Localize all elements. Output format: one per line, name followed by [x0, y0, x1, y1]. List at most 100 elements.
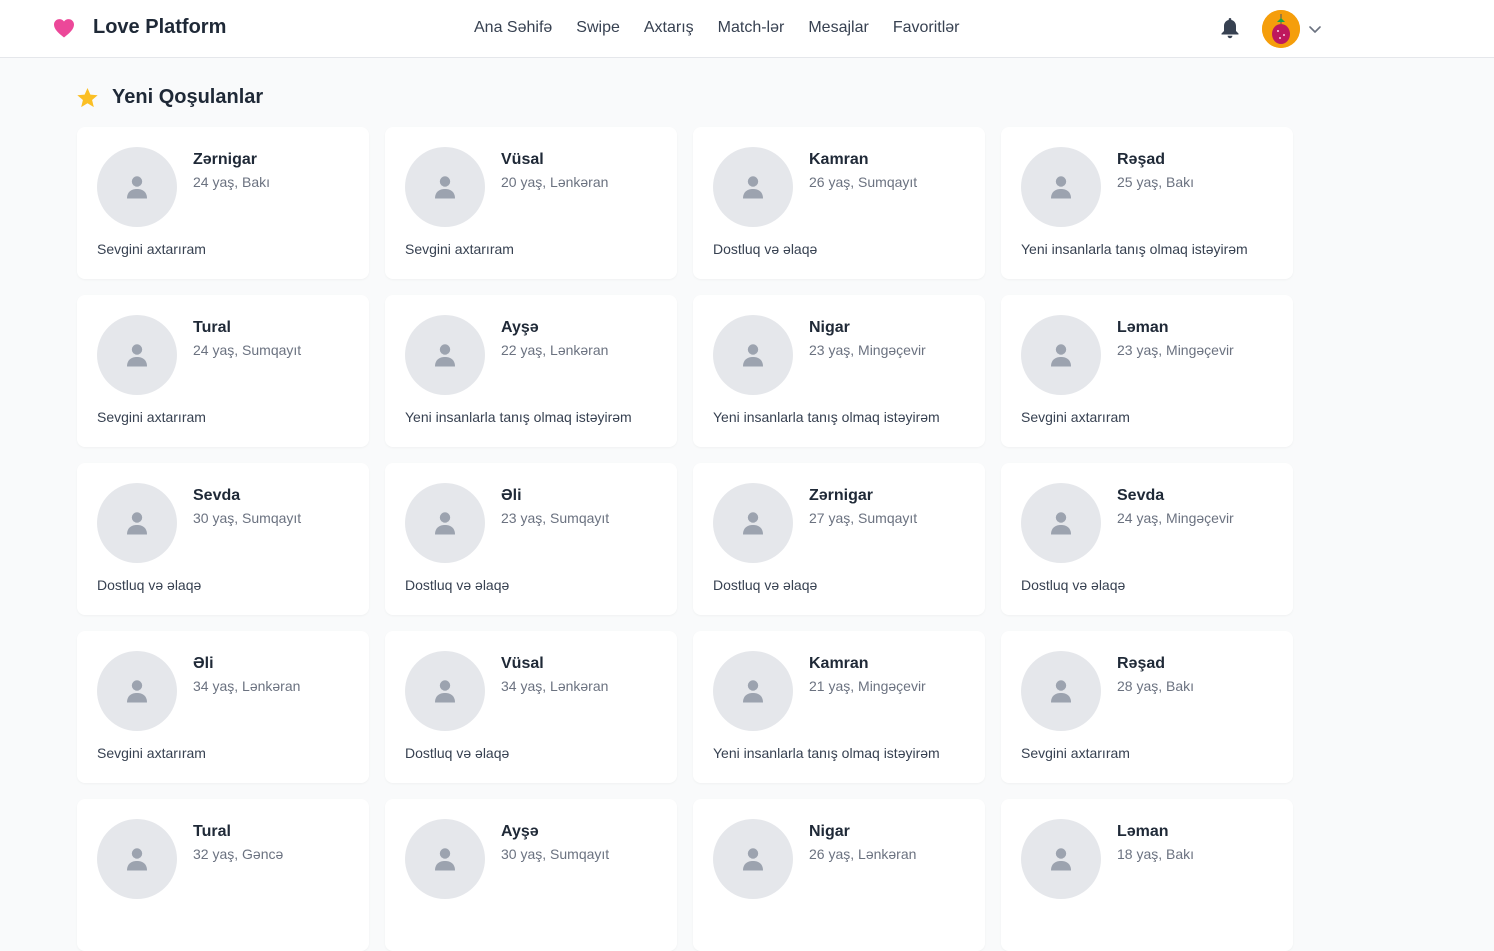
profile-card[interactable]: Ayşə 30 yaş, Sumqayıt [385, 799, 677, 951]
section-title: Yeni Qoşulanlar [112, 86, 264, 108]
profile-age-city: 23 yaş, Mingəçevir [809, 342, 926, 358]
profile-name: Zərnigar [193, 151, 258, 168]
profile-card[interactable]: Zərnigar 27 yaş, Sumqayıt Dostluq və əla… [693, 463, 985, 615]
profile-card[interactable]: Vüsal 34 yaş, Lənkəran Dostluq və əlaqə [385, 631, 677, 783]
profile-avatar [97, 483, 177, 563]
profile-age-city: 18 yaş, Bakı [1117, 846, 1195, 862]
user-placeholder-icon [1051, 512, 1071, 535]
user-placeholder-icon [127, 680, 147, 703]
profile-avatar [405, 315, 485, 395]
profile-card[interactable]: Kamran 26 yaş, Sumqayıt Dostluq və əlaqə [693, 127, 985, 279]
user-placeholder-icon [435, 680, 455, 703]
star-icon [77, 87, 98, 107]
profile-avatar [97, 315, 177, 395]
user-menu[interactable] [1262, 10, 1322, 48]
profile-name: Ayşə [501, 823, 539, 840]
profile-avatar [405, 819, 485, 899]
profile-name: Sevda [193, 487, 241, 504]
profile-avatar [1021, 147, 1101, 227]
nav-search[interactable]: Axtarış [644, 19, 694, 37]
profile-bio: Sevgini axtarıram [97, 409, 206, 425]
profile-card[interactable]: Tural 32 yaş, Gəncə [77, 799, 369, 951]
profile-card[interactable]: Kamran 21 yaş, Mingəçevir Yeni insanlarl… [693, 631, 985, 783]
profile-name: Nigar [809, 823, 850, 840]
profile-card[interactable]: Tural 24 yaş, Sumqayıt Sevgini axtarıram [77, 295, 369, 447]
profile-age-city: 26 yaş, Lənkəran [809, 846, 917, 862]
profile-name: Əli [193, 655, 214, 672]
profile-age-city: 32 yaş, Gəncə [193, 846, 284, 862]
profile-name: Ləman [1117, 319, 1169, 336]
profile-age-city: 24 yaş, Mingəçevir [1117, 510, 1234, 526]
profile-bio: Yeni insanlarla tanış olmaq istəyirəm [1021, 241, 1248, 257]
user-placeholder-icon [127, 176, 147, 199]
profile-age-city: 30 yaş, Sumqayıt [193, 510, 302, 526]
user-avatar [1262, 10, 1300, 48]
profile-bio: Dostluq və əlaqə [97, 577, 202, 593]
profile-name: Kamran [809, 151, 869, 168]
user-placeholder-icon [743, 848, 763, 871]
profile-card[interactable]: Ləman 18 yaş, Bakı [1001, 799, 1293, 951]
profile-name: Tural [193, 823, 231, 840]
profile-avatar [97, 651, 177, 731]
profile-avatar [713, 819, 793, 899]
profile-name: Vüsal [501, 655, 544, 672]
user-placeholder-icon [127, 512, 147, 535]
profile-card[interactable]: Sevda 30 yaş, Sumqayıt Dostluq və əlaqə [77, 463, 369, 615]
profile-name: Zərnigar [809, 487, 874, 504]
brand-logo[interactable]: Love Platform [53, 16, 226, 39]
user-placeholder-icon [1051, 344, 1071, 367]
bell-icon[interactable] [1220, 17, 1240, 39]
profile-age-city: 25 yaş, Bakı [1117, 174, 1195, 190]
profile-age-city: 23 yaş, Sumqayıt [501, 510, 610, 526]
nav-matches[interactable]: Match-lər [718, 19, 785, 37]
profile-card[interactable]: Ləman 23 yaş, Mingəçevir Sevgini axtarır… [1001, 295, 1293, 447]
profile-card[interactable]: Nigar 26 yaş, Lənkəran [693, 799, 985, 951]
profile-bio: Dostluq və əlaqə [713, 577, 818, 593]
profile-age-city: 24 yaş, Sumqayıt [193, 342, 302, 358]
profile-bio: Dostluq və əlaqə [1021, 577, 1126, 593]
nav-home[interactable]: Ana Səhifə [474, 19, 552, 37]
profile-age-city: 24 yaş, Bakı [193, 174, 271, 190]
profile-card[interactable]: Əli 34 yaş, Lənkəran Sevgini axtarıram [77, 631, 369, 783]
nav-swipe[interactable]: Swipe [576, 19, 620, 37]
profile-name: Əli [501, 487, 522, 504]
profile-age-city: 27 yaş, Sumqayıt [809, 510, 918, 526]
profile-name: Sevda [1117, 487, 1165, 504]
user-placeholder-icon [1051, 176, 1071, 199]
user-placeholder-icon [435, 344, 455, 367]
profile-bio: Sevgini axtarıram [97, 745, 206, 761]
profile-avatar [713, 651, 793, 731]
profile-age-city: 22 yaş, Lənkəran [501, 342, 609, 358]
profile-avatar [97, 147, 177, 227]
profile-card[interactable]: Vüsal 20 yaş, Lənkəran Sevgini axtarıram [385, 127, 677, 279]
user-placeholder-icon [435, 512, 455, 535]
profile-age-city: 34 yaş, Lənkəran [193, 678, 301, 694]
nav-favorites[interactable]: Favoritlər [893, 19, 960, 37]
profile-avatar [1021, 819, 1101, 899]
profile-bio: Yeni insanlarla tanış olmaq istəyirəm [405, 409, 632, 425]
profile-age-city: 26 yaş, Sumqayıt [809, 174, 918, 190]
profile-card[interactable]: Ayşə 22 yaş, Lənkəran Yeni insanlarla ta… [385, 295, 677, 447]
profile-age-city: 30 yaş, Sumqayıt [501, 846, 610, 862]
profile-bio: Dostluq və əlaqə [405, 745, 510, 761]
nav-messages[interactable]: Mesajlar [808, 19, 868, 37]
profile-bio: Sevgini axtarıram [405, 241, 514, 257]
profile-avatar [405, 651, 485, 731]
profile-avatar [1021, 315, 1101, 395]
profile-avatar [1021, 651, 1101, 731]
profile-avatar [713, 315, 793, 395]
main-nav: Ana Səhifə Swipe Axtarış Match-lər Mesaj… [474, 19, 984, 37]
profile-card[interactable]: Rəşad 25 yaş, Bakı Yeni insanlarla tanış… [1001, 127, 1293, 279]
section-header: Yeni Qoşulanlar [76, 86, 263, 109]
profile-age-city: 20 yaş, Lənkəran [501, 174, 609, 190]
user-placeholder-icon [743, 176, 763, 199]
profile-avatar [405, 147, 485, 227]
profile-name: Rəşad [1117, 151, 1166, 168]
profile-card[interactable]: Əli 23 yaş, Sumqayıt Dostluq və əlaqə [385, 463, 677, 615]
profile-card[interactable]: Zərnigar 24 yaş, Bakı Sevgini axtarıram [77, 127, 369, 279]
profile-card[interactable]: Nigar 23 yaş, Mingəçevir Yeni insanlarla… [693, 295, 985, 447]
user-placeholder-icon [435, 176, 455, 199]
profile-bio: Sevgini axtarıram [1021, 745, 1130, 761]
profile-card[interactable]: Sevda 24 yaş, Mingəçevir Dostluq və əlaq… [1001, 463, 1293, 615]
profile-card[interactable]: Rəşad 28 yaş, Bakı Sevgini axtarıram [1001, 631, 1293, 783]
